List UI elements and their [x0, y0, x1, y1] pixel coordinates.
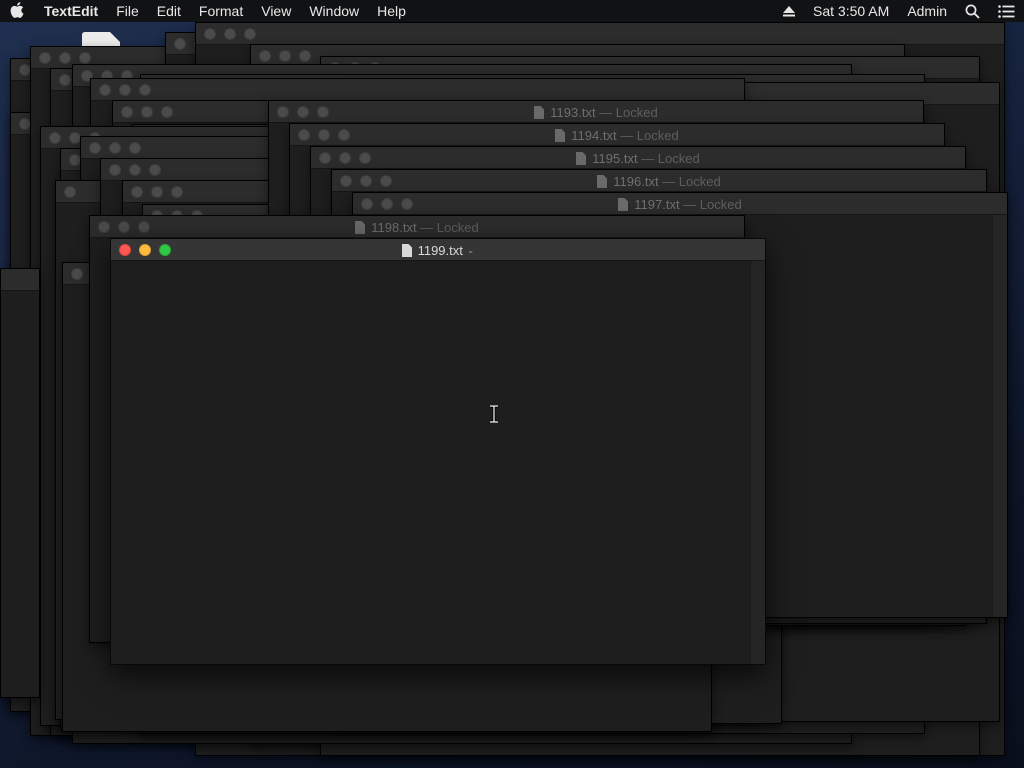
close-button[interactable] [259, 50, 271, 62]
window-filename: 1193.txt [550, 104, 596, 120]
minimize-button[interactable] [151, 186, 163, 198]
apple-menu[interactable] [0, 1, 34, 21]
eject-icon[interactable] [774, 5, 804, 17]
zoom-button[interactable] [171, 186, 183, 198]
document-icon [597, 174, 608, 188]
menu-file[interactable]: File [107, 0, 148, 22]
menu-help[interactable]: Help [368, 0, 415, 22]
close-button[interactable] [174, 38, 186, 50]
vertical-scrollbar[interactable] [992, 215, 1007, 617]
window-titlebar[interactable]: 1194.txt — Locked [290, 124, 944, 146]
desktop-file-icon[interactable] [82, 32, 120, 46]
window-filename: 1199.txt [417, 242, 463, 258]
text-editor-area[interactable] [111, 261, 765, 664]
zoom-button[interactable] [129, 142, 141, 154]
window-title: 1193.txt — Locked [269, 101, 923, 123]
notification-center-icon[interactable] [989, 4, 1024, 18]
close-button[interactable] [71, 268, 83, 280]
app-menu-textedit[interactable]: TextEdit [34, 0, 107, 22]
close-button[interactable] [109, 164, 121, 176]
close-button[interactable] [99, 84, 111, 96]
menubar-user[interactable]: Admin [898, 0, 956, 22]
close-button[interactable] [204, 28, 216, 40]
minimize-button[interactable] [141, 106, 153, 118]
minimize-button[interactable] [279, 50, 291, 62]
window-title: 1197.txt — Locked [353, 193, 1007, 215]
minimize-button[interactable] [224, 28, 236, 40]
menu-format[interactable]: Format [190, 0, 252, 22]
window-titlebar[interactable] [196, 23, 1004, 45]
window-titlebar[interactable]: 1196.txt — Locked [332, 170, 986, 192]
window-title: 1195.txt — Locked [311, 147, 965, 169]
locked-label: — Locked [599, 104, 658, 120]
window-titlebar[interactable]: 1197.txt — Locked [353, 193, 1007, 215]
document-icon [576, 151, 587, 165]
window-titlebar[interactable]: 1195.txt — Locked [311, 147, 965, 169]
zoom-button[interactable] [161, 106, 173, 118]
close-button[interactable] [89, 142, 101, 154]
locked-label: — Locked [683, 196, 742, 212]
close-button[interactable] [59, 74, 71, 86]
zoom-button[interactable] [139, 84, 151, 96]
document-icon [355, 220, 366, 234]
window-titlebar[interactable] [91, 79, 744, 101]
chevron-down-icon[interactable]: ⌄ [467, 245, 475, 256]
background-window[interactable] [0, 268, 40, 698]
menu-view[interactable]: View [252, 0, 300, 22]
locked-label: — Locked [662, 173, 721, 189]
menu-window[interactable]: Window [300, 0, 368, 22]
document-icon [618, 197, 629, 211]
text-cursor-ibeam-icon [489, 404, 499, 424]
close-button[interactable] [49, 132, 61, 144]
zoom-button[interactable] [244, 28, 256, 40]
locked-label: — Locked [641, 150, 700, 166]
window-filename: 1194.txt [571, 127, 617, 143]
window-title[interactable]: 1199.txt ⌄ [111, 239, 765, 261]
zoom-button[interactable] [149, 164, 161, 176]
window-1199[interactable]: 1199.txt ⌄ [110, 238, 766, 665]
window-filename: 1197.txt [634, 196, 680, 212]
window-filename: 1198.txt [371, 219, 417, 235]
minimize-button[interactable] [59, 52, 71, 64]
minimize-button[interactable] [119, 84, 131, 96]
minimize-button[interactable] [129, 164, 141, 176]
desktop: TextEdit File Edit Format View Window He… [0, 0, 1024, 768]
window-titlebar[interactable]: 1199.txt ⌄ [111, 239, 765, 261]
zoom-button[interactable] [79, 52, 91, 64]
document-icon [401, 243, 412, 257]
window-titlebar[interactable]: 1198.txt — Locked [90, 216, 744, 238]
document-icon [534, 105, 545, 119]
locked-label: — Locked [420, 219, 479, 235]
close-button[interactable] [121, 106, 133, 118]
menu-bar: TextEdit File Edit Format View Window He… [0, 0, 1024, 22]
window-title: 1196.txt — Locked [332, 170, 986, 192]
locked-label: — Locked [620, 127, 679, 143]
zoom-button[interactable] [299, 50, 311, 62]
window-filename: 1195.txt [592, 150, 638, 166]
spotlight-search-icon[interactable] [956, 4, 989, 19]
vertical-scrollbar[interactable] [750, 261, 765, 664]
menu-edit[interactable]: Edit [148, 0, 190, 22]
close-button[interactable] [64, 186, 76, 198]
window-filename: 1196.txt [613, 173, 659, 189]
window-titlebar[interactable]: 1193.txt — Locked [269, 101, 923, 123]
menubar-clock[interactable]: Sat 3:50 AM [804, 0, 898, 22]
document-icon [555, 128, 566, 142]
close-button[interactable] [131, 186, 143, 198]
apple-logo-icon [10, 1, 24, 21]
window-titlebar[interactable] [1, 269, 39, 291]
minimize-button[interactable] [109, 142, 121, 154]
close-button[interactable] [39, 52, 51, 64]
window-title: 1198.txt — Locked [90, 216, 744, 238]
window-title: 1194.txt — Locked [290, 124, 944, 146]
status-area: Sat 3:50 AM Admin [774, 0, 1024, 22]
